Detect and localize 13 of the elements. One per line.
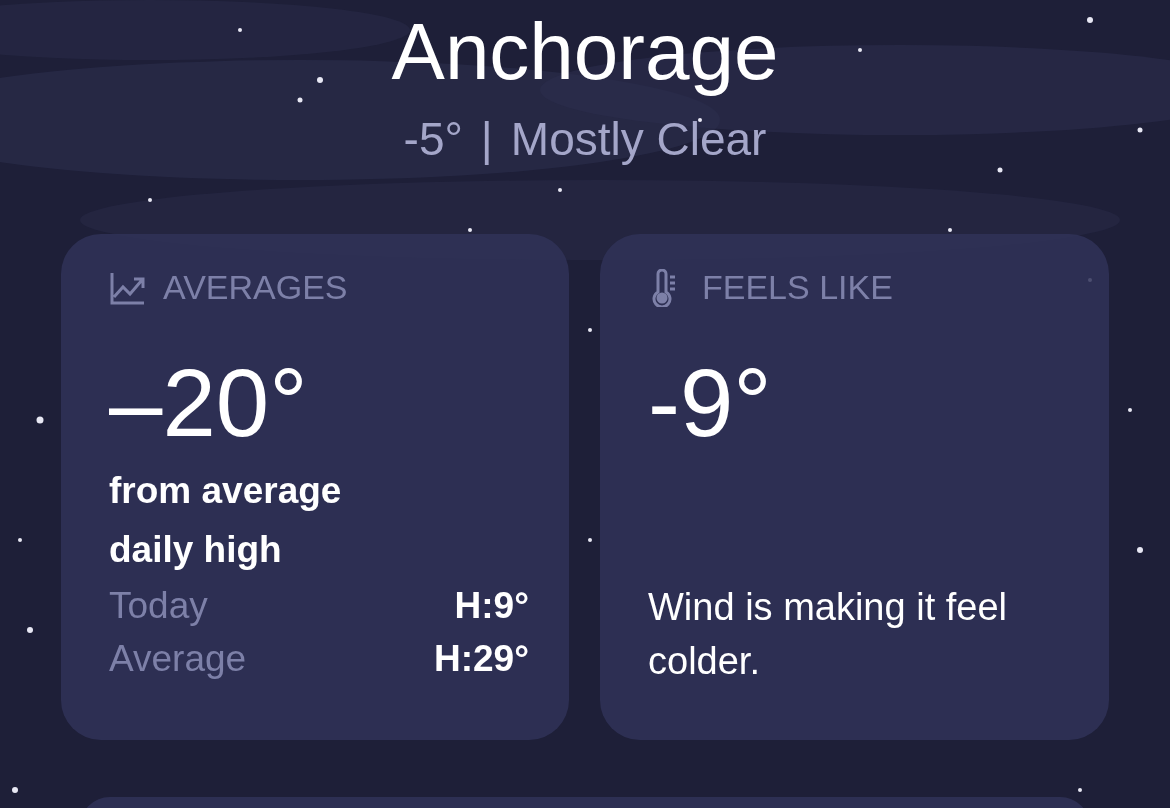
caption-text: from average daily high [109, 469, 343, 572]
row-value: H:9° [454, 584, 529, 628]
condition-text: Mostly Clear [510, 112, 767, 166]
description-text: Wind is making it feel colder. [648, 585, 1008, 684]
row-value: H:29° [434, 637, 529, 681]
temperature-value: –20° [109, 355, 309, 451]
card-title: FEELS LIKE [702, 268, 893, 307]
separator: | [480, 112, 493, 166]
row-label: Average [109, 637, 247, 681]
current-temperature: -5° [403, 112, 463, 166]
row-label: Today [109, 584, 208, 628]
card-title: AVERAGES [163, 268, 348, 307]
temperature-value: -9° [648, 355, 773, 451]
